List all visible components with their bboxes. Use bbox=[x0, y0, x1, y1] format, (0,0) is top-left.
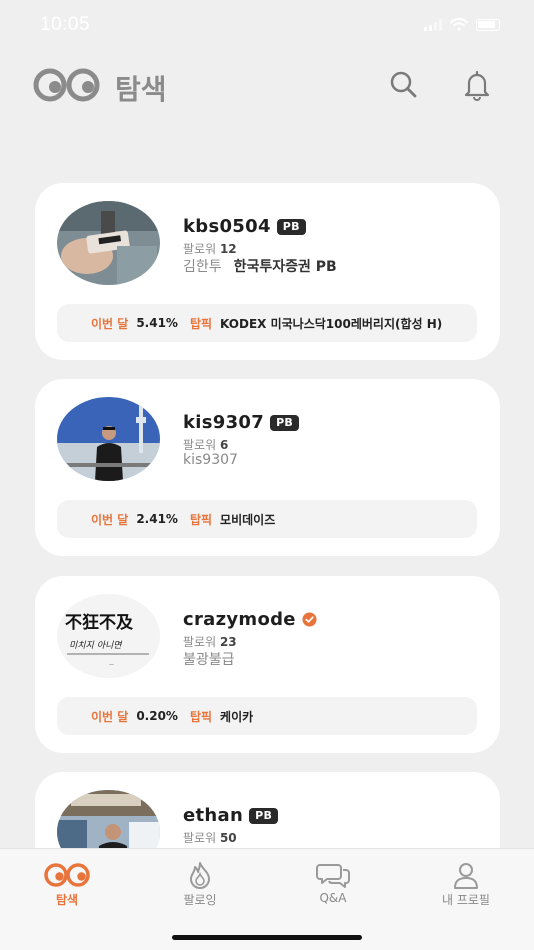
follower-count: 팔로워 6 bbox=[183, 436, 228, 453]
month-return: 0.20% bbox=[136, 709, 178, 723]
pb-badge: PB bbox=[270, 414, 300, 431]
username[interactable]: kis9307 PB bbox=[183, 412, 300, 433]
pb-badge: PB bbox=[249, 807, 279, 824]
username-text: kbs0504 bbox=[183, 216, 271, 237]
profile-card[interactable]: ethan PB 팔로워 50 bbox=[35, 772, 500, 848]
month-label: 이번 달 bbox=[91, 316, 129, 331]
status-time: 10:05 bbox=[40, 14, 91, 35]
follower-count: 팔로워 50 bbox=[183, 829, 237, 846]
display-name: 김한투 bbox=[183, 259, 222, 275]
username[interactable]: ethan PB bbox=[183, 805, 279, 826]
profile-feed[interactable]: kbs0504 PB 팔로워 12 김한투 한국투자증권 PB 이번 달 5.4… bbox=[35, 183, 500, 848]
follower-number: 6 bbox=[219, 438, 229, 452]
follower-label: 팔로워 bbox=[183, 831, 217, 845]
notification-button[interactable] bbox=[460, 68, 494, 102]
search-button[interactable] bbox=[386, 68, 420, 102]
username-text: crazymode bbox=[183, 609, 296, 630]
profile-subtitle: 불광불급 bbox=[183, 649, 235, 669]
eyes-icon bbox=[44, 863, 90, 887]
follower-number: 23 bbox=[219, 635, 237, 649]
month-label: 이번 달 bbox=[91, 512, 129, 527]
top-pick: 모비데이즈 bbox=[220, 512, 276, 527]
bell-icon bbox=[464, 70, 490, 101]
verified-icon bbox=[302, 612, 317, 627]
stats-bar: 이번 달 0.20% 탑픽 케이카 bbox=[57, 697, 477, 735]
username[interactable]: kbs0504 PB bbox=[183, 216, 306, 237]
follower-number: 50 bbox=[219, 831, 237, 845]
app-header: 탐색 bbox=[0, 60, 534, 110]
tab-label: 탐색 bbox=[55, 893, 79, 907]
home-indicator[interactable] bbox=[172, 935, 362, 940]
svg-text:—: — bbox=[109, 662, 114, 668]
person-icon bbox=[454, 863, 478, 889]
display-name: kis9307 bbox=[183, 452, 238, 468]
svg-text:不狂不及: 不狂不及 bbox=[65, 613, 134, 633]
tab-label: 팔로잉 bbox=[183, 893, 217, 907]
svg-text:미치지 아니면: 미치지 아니면 bbox=[69, 640, 122, 651]
pick-label: 탑픽 bbox=[189, 512, 213, 527]
status-bar: 10:05 bbox=[0, 0, 534, 52]
avatar bbox=[57, 790, 160, 848]
avatar: 不狂不及 미치지 아니면 — bbox=[57, 594, 160, 678]
follower-count: 팔로워 23 bbox=[183, 633, 237, 650]
pick-label: 탑픽 bbox=[189, 709, 213, 724]
follower-count: 팔로워 12 bbox=[183, 240, 237, 257]
flame-icon bbox=[190, 862, 210, 889]
eyes-logo-icon bbox=[33, 68, 100, 102]
stats-bar: 이번 달 5.41% 탑픽 KODEX 미국나스닥100레버리지(합성 H) bbox=[57, 304, 477, 342]
stats-bar: 이번 달 2.41% 탑픽 모비데이즈 bbox=[57, 500, 477, 538]
follower-label: 팔로워 bbox=[183, 438, 217, 452]
signal-icon bbox=[424, 18, 442, 31]
display-name: 불광불급 bbox=[183, 652, 235, 668]
profile-card[interactable]: kis9307 PB 팔로워 6 kis9307 이번 달 2.41% 탑픽 모… bbox=[35, 379, 500, 556]
top-pick: KODEX 미국나스닥100레버리지(합성 H) bbox=[220, 316, 443, 331]
tab-my-profile[interactable]: 내 프로필 bbox=[421, 861, 511, 908]
battery-icon bbox=[476, 18, 500, 31]
follower-label: 팔로워 bbox=[183, 635, 217, 649]
wifi-icon bbox=[450, 18, 468, 31]
username[interactable]: crazymode bbox=[183, 609, 317, 630]
pb-badge: PB bbox=[276, 218, 306, 235]
avatar bbox=[57, 201, 160, 285]
avatar bbox=[57, 397, 160, 481]
top-pick: 케이카 bbox=[220, 709, 254, 724]
follower-label: 팔로워 bbox=[183, 242, 217, 256]
tab-label: Q&A bbox=[319, 891, 347, 905]
profile-card[interactable]: 不狂不及 미치지 아니면 — crazymode 팔로워 23 불광불급 이번 … bbox=[35, 576, 500, 753]
profile-subtitle: kis9307 bbox=[183, 452, 238, 468]
follower-number: 12 bbox=[219, 242, 237, 256]
tab-label: 내 프로필 bbox=[442, 893, 490, 907]
search-icon bbox=[390, 71, 417, 98]
status-icons bbox=[424, 18, 500, 31]
profile-subtitle: 김한투 한국투자증권 PB bbox=[183, 256, 337, 276]
profile-card[interactable]: kbs0504 PB 팔로워 12 김한투 한국투자증권 PB 이번 달 5.4… bbox=[35, 183, 500, 360]
month-label: 이번 달 bbox=[91, 709, 129, 724]
chat-bubbles-icon bbox=[316, 864, 350, 888]
firm-name: 한국투자증권 PB bbox=[233, 259, 337, 275]
pick-label: 탑픽 bbox=[189, 316, 213, 331]
tab-following[interactable]: 팔로잉 bbox=[155, 861, 245, 908]
username-text: kis9307 bbox=[183, 412, 265, 433]
tab-explore[interactable]: 탐색 bbox=[22, 861, 112, 908]
month-return: 2.41% bbox=[136, 512, 178, 526]
username-text: ethan bbox=[183, 805, 244, 826]
tab-qna[interactable]: Q&A bbox=[288, 861, 378, 905]
month-return: 5.41% bbox=[136, 316, 178, 330]
page-title: 탐색 bbox=[115, 73, 167, 106]
